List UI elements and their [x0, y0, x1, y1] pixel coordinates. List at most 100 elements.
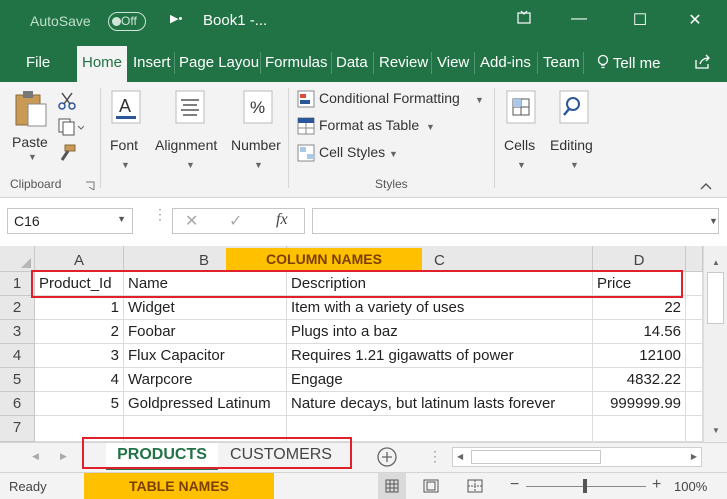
font-button[interactable]: A Font ▼ — [106, 88, 146, 178]
cell-styles-button[interactable]: Cell Styles ▼ — [297, 143, 401, 165]
format-as-table-button[interactable]: Format as Table ▼ — [297, 116, 437, 138]
autosave-toggle[interactable]: Off — [108, 12, 146, 31]
cell-b3[interactable]: Foobar — [124, 320, 287, 344]
cell-b2[interactable]: Widget — [124, 296, 287, 320]
name-box[interactable]: C16 ▼ — [7, 208, 133, 234]
page-break-view-icon[interactable] — [467, 479, 483, 496]
zoom-in-button[interactable]: + — [652, 476, 661, 494]
vertical-scrollbar[interactable]: ▲ ▼ — [703, 246, 727, 442]
column-header-d[interactable]: D — [593, 246, 686, 272]
cell-e2[interactable] — [686, 296, 703, 320]
row-header[interactable]: 6 — [0, 392, 35, 416]
tab-formulas[interactable]: Formulas — [265, 54, 328, 71]
horizontal-scroll-thumb[interactable] — [471, 450, 601, 464]
tell-me-search[interactable]: Tell me — [597, 54, 660, 72]
horizontal-scrollbar[interactable]: ◀ ▶ — [452, 447, 702, 467]
formula-bar-grip-icon[interactable]: ⋮ — [153, 207, 167, 221]
row-header[interactable]: 1 — [0, 272, 35, 296]
cell-d6[interactable]: 999999.99 — [593, 392, 686, 416]
normal-view-button[interactable] — [378, 473, 406, 499]
cancel-icon[interactable]: ✕ — [185, 211, 198, 231]
tab-data[interactable]: Data — [336, 54, 368, 71]
tab-separator — [174, 52, 175, 74]
row-header[interactable]: 3 — [0, 320, 35, 344]
minimize-button[interactable]: — — [564, 10, 594, 28]
cell-c3[interactable]: Plugs into a baz — [287, 320, 593, 344]
zoom-out-button[interactable]: − — [510, 476, 519, 494]
cell-a3[interactable]: 2 — [35, 320, 124, 344]
quick-access-more-icon[interactable]: ▶• — [170, 12, 182, 25]
collapse-ribbon-icon[interactable] — [700, 178, 712, 193]
tab-home[interactable]: Home — [77, 46, 128, 82]
alignment-button[interactable]: Alignment ▼ — [153, 88, 227, 178]
add-sheet-icon[interactable] — [376, 446, 398, 471]
cell-a6[interactable]: 5 — [35, 392, 124, 416]
vertical-scroll-thumb[interactable] — [707, 272, 724, 324]
cell-e7[interactable] — [686, 416, 703, 442]
copy-icon[interactable] — [58, 118, 85, 139]
cell-a2[interactable]: 1 — [35, 296, 124, 320]
tab-page-layout[interactable]: Page Layou — [179, 54, 259, 71]
row-header[interactable]: 4 — [0, 344, 35, 368]
cell-e3[interactable] — [686, 320, 703, 344]
alignment-icon — [175, 90, 205, 124]
tab-split-grip-icon[interactable]: ⋮ — [428, 448, 442, 465]
editing-button[interactable]: Editing ▼ — [550, 88, 600, 178]
cell-e5[interactable] — [686, 368, 703, 392]
sheet-scroll-right-icon[interactable]: ▶ — [60, 451, 67, 462]
column-header-a[interactable]: A — [35, 246, 124, 272]
tab-add-ins[interactable]: Add-ins — [480, 54, 531, 71]
formula-input[interactable] — [312, 208, 719, 234]
conditional-formatting-button[interactable]: Conditional Formatting ▼ — [297, 89, 487, 111]
maximize-button[interactable]: ☐ — [625, 10, 655, 30]
search-icon — [559, 90, 589, 124]
tab-file[interactable]: File — [26, 54, 50, 71]
cell-b5[interactable]: Warpcore — [124, 368, 287, 392]
cell-d2[interactable]: 22 — [593, 296, 686, 320]
cell-e4[interactable] — [686, 344, 703, 368]
column-header-e[interactable] — [686, 246, 703, 272]
sheet-scroll-left-icon[interactable]: ◀ — [32, 451, 39, 462]
ribbon-display-icon[interactable] — [509, 10, 539, 29]
format-painter-icon[interactable] — [58, 144, 76, 165]
cell-d7[interactable] — [593, 416, 686, 442]
tab-insert[interactable]: Insert — [133, 54, 171, 71]
enter-icon[interactable]: ✓ — [229, 211, 242, 231]
scroll-down-icon[interactable]: ▼ — [712, 426, 720, 435]
cell-d4[interactable]: 12100 — [593, 344, 686, 368]
share-icon[interactable] — [694, 54, 712, 74]
cell-c2[interactable]: Item with a variety of uses — [287, 296, 593, 320]
cell-b6[interactable]: Goldpressed Latinum — [124, 392, 287, 416]
cell-e6[interactable] — [686, 392, 703, 416]
cut-icon[interactable] — [58, 92, 76, 113]
tab-team[interactable]: Team — [543, 54, 580, 71]
select-all-corner[interactable] — [0, 246, 35, 272]
row-header[interactable]: 2 — [0, 296, 35, 320]
number-button[interactable]: % Number ▼ — [230, 88, 288, 178]
cells-button[interactable]: Cells ▼ — [502, 88, 542, 178]
cell-e1[interactable] — [686, 272, 703, 296]
scroll-right-icon[interactable]: ▶ — [691, 452, 697, 461]
paste-button[interactable]: Paste ▼ — [10, 88, 54, 162]
tab-view[interactable]: View — [437, 54, 469, 71]
row-header[interactable]: 7 — [0, 416, 35, 442]
dialog-launcher-icon[interactable] — [85, 179, 95, 194]
cell-d5[interactable]: 4832.22 — [593, 368, 686, 392]
zoom-slider-thumb[interactable] — [583, 479, 587, 493]
cell-a4[interactable]: 3 — [35, 344, 124, 368]
expand-formula-bar-icon[interactable]: ▼ — [709, 216, 718, 226]
zoom-level[interactable]: 100% — [674, 479, 707, 494]
cell-c4[interactable]: Requires 1.21 gigawatts of power — [287, 344, 593, 368]
cell-c6[interactable]: Nature decays, but latinum lasts forever — [287, 392, 593, 416]
cell-a5[interactable]: 4 — [35, 368, 124, 392]
tab-review[interactable]: Review — [379, 54, 428, 71]
scroll-up-icon[interactable]: ▲ — [712, 258, 720, 267]
cell-c5[interactable]: Engage — [287, 368, 593, 392]
insert-function-icon[interactable]: fx — [276, 211, 288, 229]
row-header[interactable]: 5 — [0, 368, 35, 392]
page-layout-view-icon[interactable] — [423, 479, 439, 496]
cell-b4[interactable]: Flux Capacitor — [124, 344, 287, 368]
scroll-left-icon[interactable]: ◀ — [457, 452, 463, 461]
close-button[interactable]: ✕ — [680, 10, 710, 30]
cell-d3[interactable]: 14.56 — [593, 320, 686, 344]
